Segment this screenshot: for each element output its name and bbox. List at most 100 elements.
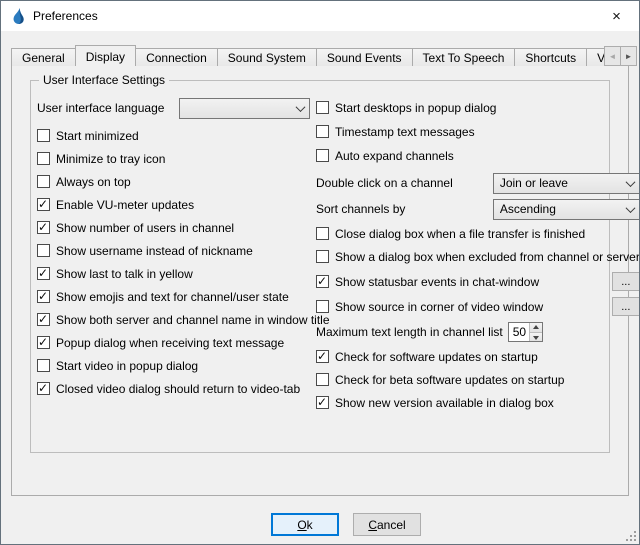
dialog-body: General Display Connection Sound System … (1, 31, 639, 544)
checkbox-row[interactable]: Minimize to tray icon (37, 151, 310, 166)
checkbox[interactable] (316, 125, 329, 138)
checkbox-row[interactable]: Show a dialog box when excluded from cha… (316, 249, 640, 264)
statusbar-events-config-button[interactable]: ... (612, 272, 640, 291)
tab-shortcuts[interactable]: Shortcuts (514, 48, 587, 66)
checkbox[interactable] (316, 149, 329, 162)
left-column: User interface language Star (37, 97, 316, 418)
checkbox[interactable] (37, 198, 50, 211)
tab-general[interactable]: General (11, 48, 76, 66)
double-click-label: Double click on a channel (316, 176, 453, 190)
right-bottom-checkbox-list: Check for software updates on startup Ch… (316, 349, 640, 410)
checkbox[interactable] (37, 313, 50, 326)
checkbox[interactable] (316, 250, 329, 263)
app-icon (10, 8, 27, 25)
checkbox-label: Start video in popup dialog (56, 359, 198, 373)
checkbox[interactable] (37, 175, 50, 188)
checkbox-row[interactable]: Show both server and channel name in win… (37, 312, 310, 327)
checkbox[interactable] (37, 129, 50, 142)
checkbox-label: Enable VU-meter updates (56, 198, 194, 212)
right-top-checkbox-list: Start desktops in popup dialog Timestamp… (316, 97, 640, 163)
tab-bar: General Display Connection Sound System … (11, 45, 617, 66)
checkbox[interactable] (316, 227, 329, 240)
tab-display[interactable]: Display (75, 45, 136, 66)
tab-connection[interactable]: Connection (135, 48, 218, 66)
checkbox-row[interactable]: Show number of users in channel (37, 220, 310, 235)
double-click-row: Double click on a channel Join or leave (316, 172, 640, 194)
ok-rest: k (307, 518, 313, 532)
video-source-config-button[interactable]: ... (612, 297, 640, 316)
sort-channels-row: Sort channels by Ascending (316, 198, 640, 220)
checkbox-row[interactable]: Auto expand channels (316, 148, 640, 163)
language-select[interactable] (179, 98, 310, 119)
preferences-window: Preferences × General Display Connection… (0, 0, 640, 545)
checkbox[interactable] (316, 373, 329, 386)
checkbox-row[interactable]: Start video in popup dialog (37, 358, 310, 373)
resize-grip[interactable] (624, 529, 637, 542)
tab-sound-events[interactable]: Sound Events (316, 48, 413, 66)
checkbox-row[interactable]: Check for software updates on startup (316, 349, 640, 364)
chevron-down-icon (292, 105, 309, 112)
titlebar[interactable]: Preferences × (1, 1, 639, 31)
checkbox[interactable] (37, 244, 50, 257)
checkbox[interactable] (316, 396, 329, 409)
max-text-length-value: 50 (509, 323, 529, 341)
checkbox-row[interactable]: Show emojis and text for channel/user st… (37, 289, 310, 304)
checkbox-label: Closed video dialog should return to vid… (56, 382, 300, 396)
checkbox-row[interactable]: Always on top (37, 174, 310, 189)
spin-up-icon[interactable] (530, 323, 542, 333)
checkbox-label: Check for beta software updates on start… (335, 373, 564, 387)
language-row: User interface language (37, 97, 310, 119)
checkbox-row[interactable]: Timestamp text messages (316, 124, 640, 139)
checkbox-row[interactable]: Show username instead of nickname (37, 243, 310, 258)
checkbox-label: Always on top (56, 175, 131, 189)
checkbox-label: Close dialog box when a file transfer is… (335, 227, 585, 241)
checkbox[interactable] (316, 275, 329, 288)
checkbox[interactable] (37, 152, 50, 165)
double-click-select[interactable]: Join or leave (493, 173, 640, 194)
statusbar-events-row[interactable]: Show statusbar events in chat-window ... (316, 272, 640, 291)
checkbox-label: Show statusbar events in chat-window (335, 275, 539, 289)
tab-scroll-right-icon[interactable]: ► (620, 46, 637, 66)
language-label: User interface language (37, 101, 164, 115)
checkbox-row[interactable]: Close dialog box when a file transfer is… (316, 226, 640, 241)
checkbox[interactable] (316, 300, 329, 313)
ok-button[interactable]: Ok (271, 513, 339, 536)
checkbox[interactable] (37, 359, 50, 372)
cancel-rest: ancel (377, 518, 406, 532)
max-text-length-spinner[interactable]: 50 (508, 322, 543, 342)
checkbox[interactable] (37, 290, 50, 303)
checkbox-label: Auto expand channels (335, 149, 454, 163)
checkbox-row[interactable]: Show new version available in dialog box (316, 395, 640, 410)
chevron-down-icon (622, 206, 639, 213)
max-text-length-label: Maximum text length in channel list (316, 325, 503, 339)
checkbox[interactable] (316, 350, 329, 363)
checkbox-row[interactable]: Start minimized (37, 128, 310, 143)
checkbox-label: Minimize to tray icon (56, 152, 165, 166)
checkbox-row[interactable]: Show last to talk in yellow (37, 266, 310, 281)
video-source-row[interactable]: Show source in corner of video window ..… (316, 297, 640, 316)
tab-sound-system[interactable]: Sound System (217, 48, 317, 66)
checkbox[interactable] (37, 382, 50, 395)
chevron-down-icon (622, 180, 639, 187)
double-click-value: Join or leave (494, 176, 622, 190)
checkbox[interactable] (37, 221, 50, 234)
spinner-buttons (529, 323, 542, 341)
checkbox-row[interactable]: Closed video dialog should return to vid… (37, 381, 310, 396)
right-column: Start desktops in popup dialog Timestamp… (316, 97, 640, 418)
checkbox-label: Show new version available in dialog box (335, 396, 554, 410)
checkbox-row[interactable]: Enable VU-meter updates (37, 197, 310, 212)
checkbox[interactable] (37, 336, 50, 349)
checkbox[interactable] (37, 267, 50, 280)
checkbox-label: Show emojis and text for channel/user st… (56, 290, 289, 304)
checkbox-row[interactable]: Popup dialog when receiving text message (37, 335, 310, 350)
checkbox[interactable] (316, 101, 329, 114)
close-icon[interactable]: × (594, 1, 639, 31)
tab-text-to-speech[interactable]: Text To Speech (412, 48, 516, 66)
cancel-button[interactable]: Cancel (353, 513, 421, 536)
spin-down-icon[interactable] (530, 333, 542, 342)
tab-scroll-left-icon[interactable]: ◄ (604, 46, 621, 66)
checkbox-row[interactable]: Start desktops in popup dialog (316, 100, 640, 115)
sort-channels-select[interactable]: Ascending (493, 199, 640, 220)
checkbox-label: Show source in corner of video window (335, 300, 543, 314)
checkbox-row[interactable]: Check for beta software updates on start… (316, 372, 640, 387)
